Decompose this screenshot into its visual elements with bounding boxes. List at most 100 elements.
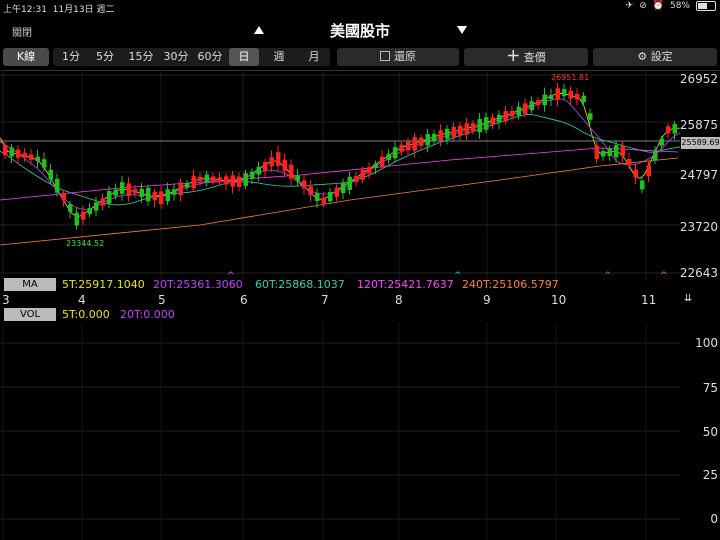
candle-body (601, 151, 606, 157)
candle-body (627, 158, 632, 166)
vol-y-axis-label: 75 (702, 381, 718, 395)
candle-body (412, 137, 417, 151)
candle-body (107, 191, 112, 204)
period-60min[interactable]: 60分 (194, 48, 226, 66)
period-month[interactable]: 月 (300, 48, 328, 66)
candle-body (523, 103, 528, 114)
candle-body (529, 101, 534, 111)
ma-legend: MA 5T:25917.1040 20T:25361.3060 60T:2586… (0, 278, 720, 292)
candle-body (152, 191, 157, 201)
period-week[interactable]: 週 (265, 48, 293, 66)
candle-body (666, 126, 671, 134)
candle-body (620, 145, 625, 157)
candle-body (302, 180, 307, 189)
x-date-label: 10 (551, 293, 567, 307)
gear-icon: ⚙ (637, 50, 648, 63)
candle-body (503, 111, 508, 122)
status-bar: 上午12:31 11月13日 週二 ✈ ⊘ ⏰ 58% (0, 0, 720, 15)
candle-body (646, 165, 651, 177)
y-axis-label: 25875 (679, 118, 718, 132)
candle-body (217, 177, 222, 183)
candle-body (581, 95, 586, 103)
y-axis-label: 24797 (679, 168, 718, 182)
query-button[interactable]: ＋ 查價 (464, 48, 588, 66)
candle-body (81, 211, 86, 220)
next-market-arrow-icon[interactable] (457, 26, 467, 34)
ma20-line (0, 98, 681, 210)
settings-label: 設定 (650, 50, 673, 63)
candle-body (237, 176, 242, 187)
x-date-label: 5 (158, 293, 166, 307)
restore-button[interactable]: 還原 (337, 48, 459, 66)
collapse-chevron-icon[interactable]: ⇊ (684, 293, 692, 304)
candle-body (386, 153, 391, 161)
candle-body (165, 189, 170, 202)
candle-body (672, 124, 677, 134)
x-date-label: 7 (321, 293, 329, 307)
candle-body (360, 169, 365, 180)
candle-body (133, 189, 138, 194)
candle-body (295, 175, 300, 181)
candle-body (139, 188, 144, 197)
candle-body (399, 144, 404, 152)
candle-body (263, 162, 268, 171)
page-title[interactable]: 美國股市 (0, 20, 720, 41)
candle-body (328, 191, 333, 202)
candlestick-chart[interactable]: 26951.8123344.52^ ^ ^ ^ (0, 70, 720, 280)
candle-body (282, 159, 287, 171)
candle-body (146, 187, 151, 202)
candle-body (445, 128, 450, 139)
candle-body (29, 154, 34, 160)
vol-20-value: 20T:0.000 (120, 308, 175, 321)
candle-body (419, 137, 424, 146)
candle-body (61, 193, 66, 201)
vol-5-value: 5T:0.000 (62, 308, 110, 321)
period-5min[interactable]: 5分 (91, 48, 119, 66)
ma-240-value: 240T:25106.5797 (462, 278, 559, 291)
battery-percent: 58% (669, 1, 690, 11)
candle-body (42, 159, 47, 168)
candle-body (315, 193, 320, 201)
period-15min[interactable]: 15分 (125, 48, 157, 66)
volume-chart[interactable] (0, 322, 720, 540)
candle-body (178, 182, 183, 196)
candle-body (74, 212, 79, 226)
candle-body (198, 176, 203, 182)
alarm-icon: ⏰ (652, 1, 664, 11)
candle-body (438, 130, 443, 141)
candle-body (380, 156, 385, 167)
candle-body (659, 138, 664, 146)
x-date-label: 4 (78, 293, 86, 307)
airplane-icon: ✈ (625, 1, 634, 11)
ma-badge[interactable]: MA (4, 278, 56, 291)
vol-badge[interactable]: VOL (4, 308, 56, 321)
candle-body (100, 198, 105, 206)
period-day[interactable]: 日 (229, 48, 259, 66)
period-30min[interactable]: 30分 (160, 48, 192, 66)
ma60-line (0, 113, 681, 206)
checkbox-icon[interactable] (380, 51, 390, 61)
vol-y-axis-label: 25 (702, 468, 718, 482)
candle-body (633, 169, 638, 178)
candle-body (516, 106, 521, 116)
x-date-label: 6 (240, 293, 248, 307)
candle-body (347, 176, 352, 190)
x-axis-dates: 3 4 5 6 7 8 9 10 11 ⇊ (0, 293, 720, 307)
chart-toolbar: K線 1分 5分 15分 30分 60分 日 週 月 還原 ＋ 查價 ⚙ 設定 (0, 48, 720, 68)
candle-body (341, 182, 346, 194)
chart-type-button[interactable]: K線 (3, 48, 49, 66)
y-axis-label: 23720 (679, 220, 718, 234)
candle-body (120, 182, 125, 194)
high-price-label: 26951.81 (551, 73, 589, 82)
ma-120-value: 120T:25421.7637 (357, 278, 454, 291)
period-1min[interactable]: 1分 (58, 48, 84, 66)
status-right: ✈ ⊘ ⏰ 58% (626, 1, 716, 11)
x-date-label: 8 (395, 293, 403, 307)
candle-body (425, 134, 430, 146)
candle-body (35, 156, 40, 162)
settings-button[interactable]: ⚙ 設定 (593, 48, 717, 66)
candle-body (94, 202, 99, 211)
query-label: 查價 (523, 51, 546, 64)
candle-body (191, 176, 196, 189)
candle-body (490, 117, 495, 125)
